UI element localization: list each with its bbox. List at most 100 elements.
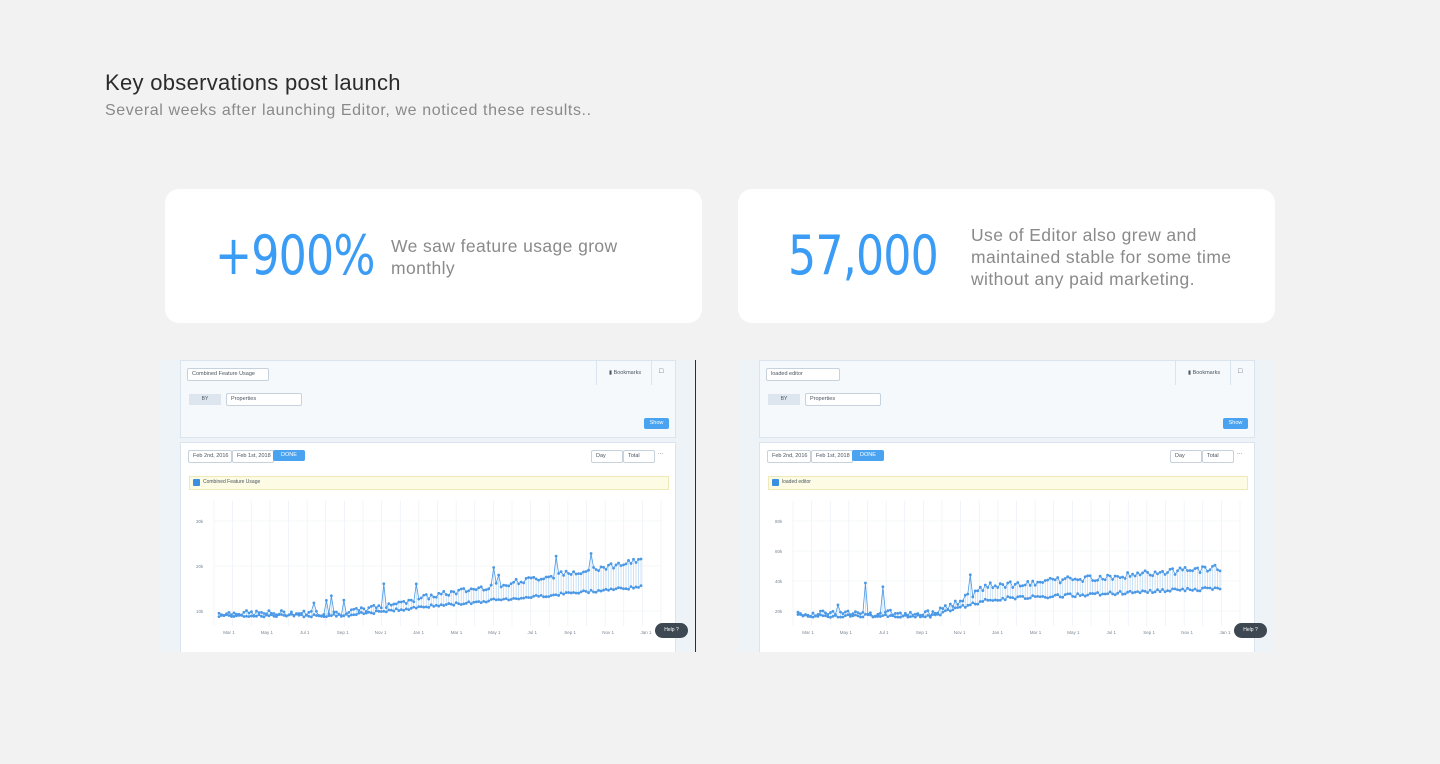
series-point — [260, 614, 263, 618]
series-point — [931, 610, 935, 613]
series-point — [609, 562, 613, 566]
series-point — [582, 589, 585, 593]
show-button[interactable]: Show — [644, 418, 669, 429]
series-point — [961, 603, 965, 607]
series-point — [973, 589, 977, 593]
series-point — [622, 587, 625, 591]
series-point — [504, 584, 508, 587]
series-point — [918, 613, 922, 617]
series-point — [300, 613, 303, 617]
series-point — [517, 597, 521, 601]
series-point — [859, 615, 862, 619]
series-point — [1173, 587, 1177, 591]
series-point — [285, 614, 288, 618]
series-point — [539, 577, 543, 581]
series-point — [856, 611, 860, 614]
series-point — [1208, 568, 1212, 572]
x-tick-label: Sep 1 — [916, 630, 928, 635]
series-point — [968, 573, 972, 577]
event-select[interactable]: loaded editor — [766, 368, 840, 381]
event-select[interactable]: Combined Feature Usage — [187, 368, 269, 381]
series-point — [417, 597, 421, 601]
series-point — [482, 599, 486, 603]
x-tick-label: May 1 — [1067, 630, 1080, 635]
series-point — [1036, 594, 1040, 598]
bookmarks-link[interactable]: ▮ Bookmarks — [609, 370, 641, 376]
series-point — [1078, 577, 1082, 581]
series-point — [282, 610, 286, 614]
series-point — [1091, 579, 1095, 582]
series-point — [217, 611, 221, 615]
help-button[interactable]: Help ? — [655, 623, 688, 638]
series-point — [888, 614, 892, 617]
series-point — [913, 612, 917, 616]
series-point — [602, 565, 605, 569]
series-point — [497, 598, 501, 601]
series-point — [632, 586, 635, 590]
series-point — [427, 597, 431, 601]
series-point — [1003, 586, 1007, 589]
series-point — [522, 581, 526, 585]
series-point — [444, 603, 448, 606]
series-point — [963, 593, 967, 597]
series-point — [309, 609, 313, 613]
series-point — [362, 612, 366, 616]
series-point — [449, 590, 453, 593]
series-point — [377, 604, 381, 608]
series-point — [312, 601, 316, 605]
series-point — [1151, 591, 1154, 595]
bookmarks-link[interactable]: ▮ Bookmarks — [1188, 370, 1220, 376]
help-button[interactable]: Help ? — [1234, 623, 1267, 638]
series-point — [359, 610, 363, 614]
series-point — [569, 591, 573, 595]
series-point — [494, 581, 498, 585]
comment-icon[interactable]: □ — [659, 368, 663, 375]
series-point — [1198, 571, 1202, 574]
properties-select[interactable]: Properties — [226, 393, 302, 406]
y-tick-label: 20k — [196, 564, 204, 569]
series-point — [971, 595, 975, 599]
series-point — [372, 612, 376, 616]
series-point — [1113, 593, 1117, 597]
series-point — [434, 595, 438, 599]
series-point — [898, 611, 902, 615]
series-point — [352, 607, 356, 611]
series-point — [317, 614, 321, 617]
series-point — [422, 593, 426, 597]
query-builder-panel: loaded editor ▮ Bookmarks □ BY Propertie… — [759, 360, 1255, 438]
series-point — [846, 609, 850, 613]
series-point — [280, 609, 283, 612]
series-point — [831, 609, 835, 613]
series-point — [836, 603, 840, 607]
series-point — [564, 569, 568, 573]
series-point — [332, 612, 336, 616]
page-subtitle: Several weeks after launching Editor, we… — [105, 102, 592, 119]
series-point — [1173, 573, 1177, 576]
series-point — [562, 592, 565, 596]
series-point — [439, 603, 443, 607]
series-point — [404, 607, 408, 611]
series-point — [1126, 571, 1130, 574]
series-point — [1163, 590, 1167, 594]
comment-icon[interactable]: □ — [1238, 368, 1242, 375]
series-point — [1143, 569, 1147, 573]
series-point — [484, 600, 488, 604]
show-button[interactable]: Show — [1223, 418, 1248, 429]
series-point — [941, 610, 945, 614]
series-point — [1133, 574, 1137, 578]
series-point — [1208, 586, 1212, 590]
x-tick-label: May 1 — [488, 630, 501, 635]
series-point — [262, 615, 266, 619]
series-point — [230, 615, 233, 618]
series-point — [454, 601, 458, 605]
series-point — [402, 608, 406, 612]
series-point — [407, 608, 411, 612]
chart-grid — [792, 501, 1241, 626]
properties-select[interactable]: Properties — [805, 393, 881, 406]
series-point — [532, 575, 536, 579]
series-point — [1146, 591, 1149, 595]
series-point — [419, 596, 423, 600]
series-point — [602, 588, 605, 592]
series-point — [1178, 566, 1182, 570]
series-point — [1066, 575, 1070, 579]
